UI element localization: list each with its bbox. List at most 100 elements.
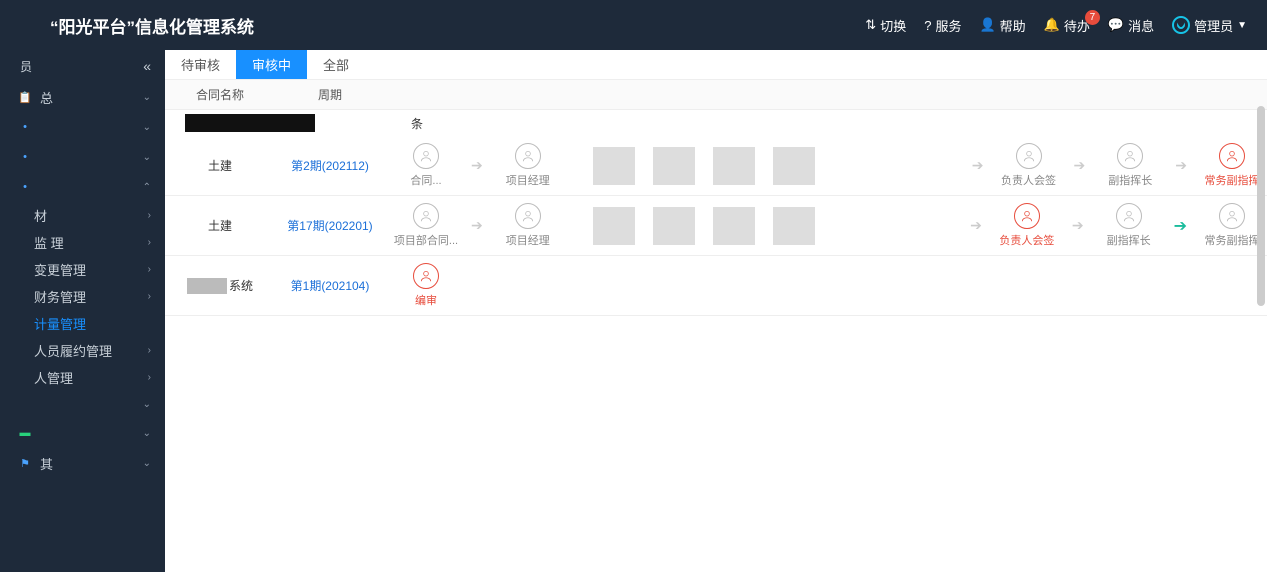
sidebar-top[interactable]: 员 « — [0, 50, 165, 82]
step-circle-icon — [413, 263, 439, 289]
cell-period[interactable]: 第1期(202104) — [275, 277, 385, 294]
step-label: 负责人会签 — [1001, 172, 1056, 188]
step-circle-icon — [413, 143, 439, 169]
sidebar-subitem-measure[interactable]: 计量管理 — [0, 310, 165, 337]
step-label: 负责人会签 — [999, 232, 1054, 248]
help-label: 帮助 — [1000, 16, 1026, 35]
period-link[interactable]: 第2期(202112) — [291, 159, 369, 173]
workflow-step[interactable]: 负责人会签 — [994, 143, 1064, 188]
step-label: 项目经理 — [506, 232, 550, 248]
step-label: 编审 — [415, 292, 437, 308]
table-row: 土建第17期(202201)项目部合同...➔项目经理➔负责人会签➔副指挥长➔常… — [165, 196, 1267, 256]
sidebar-subitem-label: 监 理 — [34, 233, 64, 252]
workflow-step[interactable]: 副指挥长 — [1094, 203, 1164, 248]
tab-reviewing[interactable]: 审核中 — [236, 50, 307, 79]
cell-contract-name: 土建 — [165, 157, 275, 174]
todo-button[interactable]: 🔔待办7 — [1044, 16, 1090, 35]
question-icon: ? — [924, 18, 931, 33]
workflow-step[interactable]: 项目经理 — [493, 203, 563, 248]
sidebar-group-other2[interactable]: ⚑ 其 ⌄ — [0, 448, 165, 478]
sidebar-group-other1[interactable]: ▬ ⌄ — [0, 418, 165, 448]
tab-pending[interactable]: 待审核 — [165, 50, 236, 79]
sidebar-group-hidden3[interactable]: • ⌃ — [0, 172, 165, 202]
sidebar-subitem-label: 人管理 — [34, 368, 73, 387]
step-circle-icon — [1016, 143, 1042, 169]
workflow-step[interactable]: 副指挥长 — [1095, 143, 1165, 188]
sidebar-subitem-person[interactable]: 人员履约管理 › — [0, 337, 165, 364]
workflow-step[interactable]: 合同... — [391, 143, 461, 188]
admin-label: 管理员 — [1194, 16, 1233, 35]
admin-menu[interactable]: 管理员 ▼ — [1172, 16, 1247, 35]
flag-icon: ⚑ — [18, 457, 32, 470]
period-link[interactable]: 第17期(202201) — [287, 219, 372, 233]
count-suffix: 条 — [411, 115, 423, 132]
redacted-block — [187, 278, 227, 294]
step-circle-icon — [515, 203, 541, 229]
step-circle-icon — [515, 143, 541, 169]
workflow: 项目部合同...➔项目经理➔负责人会签➔副指挥长➔常务副指挥 — [385, 203, 1267, 248]
workflow-step[interactable]: 负责人会签 — [992, 203, 1062, 248]
clipboard-icon: 📋 — [18, 91, 32, 104]
sidebar-subitem-mon[interactable]: 监 理 › — [0, 229, 165, 256]
switch-label: 切换 — [880, 16, 906, 35]
chevron-up-icon: ⌃ — [143, 182, 151, 193]
chevron-down-icon: ⌄ — [143, 399, 151, 410]
step-label: 常务副指挥 — [1205, 172, 1260, 188]
sidebar-subitem-label: 变更管理 — [34, 260, 86, 279]
main-content: 待审核审核中全部 合同名称 周期 条 土建 第2期(202112) 合同... ➔ 项目… — [165, 50, 1267, 572]
message-button[interactable]: 💬消息 — [1108, 16, 1154, 35]
message-label: 消息 — [1128, 16, 1154, 35]
sidebar-subitem-label: 人员履约管理 — [34, 341, 112, 360]
chevron-down-icon: ▼ — [1237, 20, 1247, 31]
workflow-step[interactable]: 项目经理 — [493, 143, 563, 188]
chevron-right-icon: › — [148, 345, 151, 356]
sidebar-subitem-change[interactable]: 变更管理 › — [0, 256, 165, 283]
chevron-down-icon: ⌄ — [143, 458, 151, 469]
chevron-right-icon: › — [148, 264, 151, 275]
dot-icon: • — [18, 181, 32, 193]
sidebar-subitem-label: 财务管理 — [34, 287, 86, 306]
sidebar-group-hidden1[interactable]: • ⌄ — [0, 112, 165, 142]
sidebar-subitem-extra[interactable]: ⌄ — [0, 391, 165, 418]
service-button[interactable]: ?服务 — [924, 16, 961, 35]
period-link[interactable]: 第1期(202104) — [291, 279, 370, 293]
sidebar-other2-label: 其 — [40, 454, 53, 473]
cell-contract-name: 土建 — [165, 217, 275, 234]
step-label: 合同... — [410, 172, 441, 188]
row-meta: 条 — [165, 110, 1267, 136]
workflow-step[interactable]: 编审 — [391, 263, 461, 308]
collapse-icon[interactable]: « — [143, 58, 151, 74]
workflow: 编审 — [385, 263, 1267, 308]
switch-button[interactable]: ⇅切换 — [865, 16, 906, 35]
dot-icon: • — [18, 151, 32, 163]
sidebar-subitem-mat[interactable]: 材› — [0, 202, 165, 229]
bell-icon: 🔔 — [1044, 17, 1060, 33]
arrow-icon: ➔ — [1074, 157, 1086, 174]
redacted-block — [773, 207, 815, 245]
th-contract-name: 合同名称 — [165, 86, 275, 103]
chevron-down-icon: ⌄ — [143, 428, 151, 439]
redacted-block — [653, 207, 695, 245]
step-circle-icon — [413, 203, 439, 229]
workflow: 合同...➔项目经理➔负责人会签➔副指挥长➔常务副指挥 — [385, 143, 1267, 188]
help-button[interactable]: 👤帮助 — [979, 16, 1025, 35]
scrollbar-vertical[interactable] — [1257, 106, 1265, 306]
cell-period[interactable]: 第2期(202112) — [275, 157, 385, 174]
cell-period[interactable]: 第17期(202201) — [275, 217, 385, 234]
arrow-active-icon: ➔ — [1174, 216, 1187, 236]
sidebar: 员 « 📋总 ⌄ • ⌄ • ⌄ • ⌃ 材›监 理›变更管理›财务管理›计量管… — [0, 50, 165, 572]
th-period: 周期 — [275, 86, 385, 103]
workflow-step[interactable]: 项目部合同... — [391, 203, 461, 248]
tab-all[interactable]: 全部 — [307, 50, 365, 79]
sidebar-subitem-pm2[interactable]: 人管理› — [0, 364, 165, 391]
step-label: 副指挥长 — [1107, 232, 1151, 248]
step-label: 项目部合同... — [394, 232, 458, 248]
arrow-icon: ➔ — [1175, 157, 1187, 174]
redacted-block — [593, 147, 635, 185]
chevron-right-icon: › — [148, 291, 151, 302]
sidebar-subitem-finance[interactable]: 财务管理 › — [0, 283, 165, 310]
sidebar-group-hidden2[interactable]: • ⌄ — [0, 142, 165, 172]
sidebar-subitem-label: 材 — [34, 206, 47, 225]
sidebar-group-summary[interactable]: 📋总 ⌄ — [0, 82, 165, 112]
chevron-right-icon: › — [148, 237, 151, 248]
